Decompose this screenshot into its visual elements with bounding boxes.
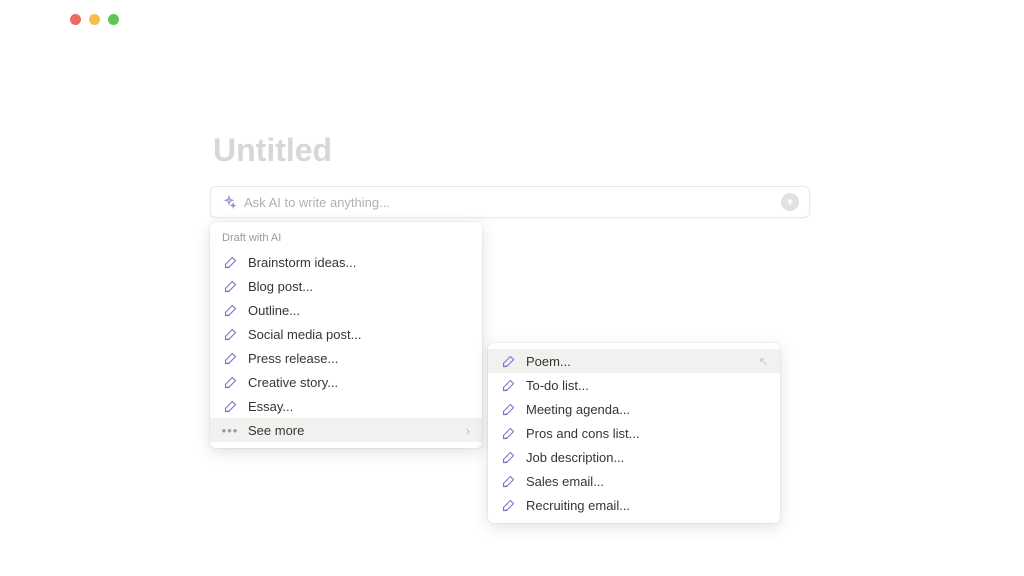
pen-icon: [500, 449, 516, 465]
pen-icon: [222, 278, 238, 294]
menu-item-poem[interactable]: Poem... ↖: [488, 349, 780, 373]
menu-item-label: Blog post...: [248, 279, 470, 294]
pen-icon: [500, 425, 516, 441]
send-button[interactable]: [781, 193, 799, 211]
menu-item-essay[interactable]: Essay...: [210, 394, 482, 418]
close-window-button[interactable]: [70, 14, 81, 25]
menu-item-label: Creative story...: [248, 375, 470, 390]
menu-item-recruiting-email[interactable]: Recruiting email...: [488, 493, 780, 517]
menu-item-label: To-do list...: [526, 378, 768, 393]
pen-icon: [500, 401, 516, 417]
draft-menu: Draft with AI Brainstorm ideas... Blog p…: [210, 222, 482, 448]
menu-item-label: Recruiting email...: [526, 498, 768, 513]
menu-item-outline[interactable]: Outline...: [210, 298, 482, 322]
menu-item-label: Essay...: [248, 399, 470, 414]
see-more-submenu: Poem... ↖ To-do list... Meeting agenda..…: [488, 343, 780, 523]
menu-item-see-more[interactable]: ••• See more ›: [210, 418, 482, 442]
menu-item-creative-story[interactable]: Creative story...: [210, 370, 482, 394]
page-title[interactable]: Untitled: [213, 132, 332, 169]
pen-icon: [222, 302, 238, 318]
menu-item-blog-post[interactable]: Blog post...: [210, 274, 482, 298]
menu-item-label: Brainstorm ideas...: [248, 255, 470, 270]
dots-icon: •••: [222, 423, 238, 438]
window-controls: [70, 14, 119, 25]
menu-item-label: Social media post...: [248, 327, 470, 342]
menu-item-label: Press release...: [248, 351, 470, 366]
pen-icon: [222, 326, 238, 342]
menu-item-label: See more: [248, 423, 456, 438]
ai-input-bar[interactable]: [210, 186, 810, 218]
menu-item-pros-cons[interactable]: Pros and cons list...: [488, 421, 780, 445]
pen-icon: [500, 353, 516, 369]
menu-item-label: Pros and cons list...: [526, 426, 768, 441]
pen-icon: [500, 473, 516, 489]
pen-icon: [222, 374, 238, 390]
menu-item-label: Poem...: [526, 354, 749, 369]
pen-icon: [500, 377, 516, 393]
menu-item-label: Meeting agenda...: [526, 402, 768, 417]
maximize-window-button[interactable]: [108, 14, 119, 25]
pen-icon: [222, 398, 238, 414]
pen-icon: [222, 254, 238, 270]
menu-item-label: Job description...: [526, 450, 768, 465]
minimize-window-button[interactable]: [89, 14, 100, 25]
pen-icon: [222, 350, 238, 366]
insert-arrow-icon: ↖: [759, 355, 768, 368]
menu-item-sales-email[interactable]: Sales email...: [488, 469, 780, 493]
menu-item-label: Outline...: [248, 303, 470, 318]
chevron-right-icon: ›: [466, 423, 470, 438]
sparkle-icon: [221, 195, 236, 210]
menu-item-job-description[interactable]: Job description...: [488, 445, 780, 469]
menu-item-label: Sales email...: [526, 474, 768, 489]
menu-item-brainstorm[interactable]: Brainstorm ideas...: [210, 250, 482, 274]
pen-icon: [500, 497, 516, 513]
menu-item-meeting-agenda[interactable]: Meeting agenda...: [488, 397, 780, 421]
draft-menu-header: Draft with AI: [210, 228, 482, 250]
ai-prompt-input[interactable]: [244, 195, 773, 210]
menu-item-press-release[interactable]: Press release...: [210, 346, 482, 370]
menu-item-todo-list[interactable]: To-do list...: [488, 373, 780, 397]
menu-item-social-media[interactable]: Social media post...: [210, 322, 482, 346]
